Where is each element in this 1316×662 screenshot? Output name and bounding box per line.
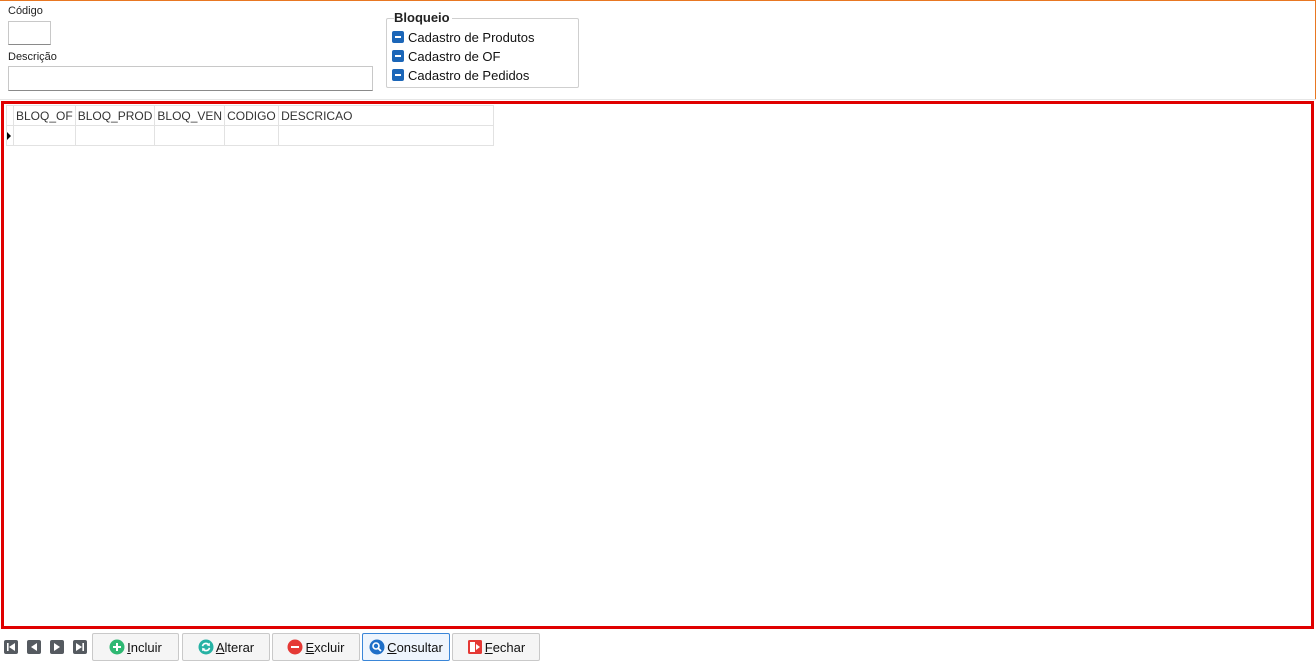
checkbox-cadastro-of[interactable]: Cadastro de OF: [392, 48, 501, 64]
alterar-hotkey: A: [215, 639, 225, 655]
first-icon: [7, 643, 15, 651]
window: Código Descrição Bloqueio Cadastro de Pr…: [0, 0, 1316, 662]
incluir-button[interactable]: Incluir: [92, 633, 179, 661]
grid-header-row: BLOQ_OF BLOQ_PROD BLOQ_VEN CODIGO DESCRI…: [6, 105, 495, 126]
alterar-label: lterar: [224, 639, 255, 655]
last-record-button[interactable]: [73, 640, 87, 654]
consultar-hotkey: C: [387, 639, 397, 655]
codigo-input[interactable]: [8, 21, 51, 45]
plus-circle-icon: [109, 639, 125, 655]
checkbox-indeterminate-icon: [392, 31, 404, 43]
next-record-button[interactable]: [50, 640, 64, 654]
row-indicator: [6, 125, 14, 146]
excluir-hotkey: E: [305, 639, 315, 655]
incluir-label: ncluir: [130, 639, 162, 655]
fechar-label: echar: [492, 639, 526, 655]
fechar-button[interactable]: Fechar: [452, 633, 540, 661]
column-header-bloq-of[interactable]: BLOQ_OF: [13, 105, 76, 126]
indicator-header: [6, 105, 14, 126]
bloqueio-title: Bloqueio: [394, 10, 452, 25]
checkbox-indeterminate-icon: [392, 69, 404, 81]
bottom-toolbar: Incluir Alterar Excluir Consultar Fechar: [0, 630, 1316, 662]
excluir-label: xcluir: [314, 639, 345, 655]
column-header-bloq-ven[interactable]: BLOQ_VEN: [154, 105, 226, 126]
data-grid[interactable]: BLOQ_OF BLOQ_PROD BLOQ_VEN CODIGO DESCRI…: [1, 101, 1314, 629]
table-cell[interactable]: [13, 125, 76, 146]
checkbox-cadastro-pedidos[interactable]: Cadastro de Pedidos: [392, 67, 529, 83]
column-header-bloq-prod[interactable]: BLOQ_PROD: [74, 105, 156, 126]
checkbox-cadastro-produtos[interactable]: Cadastro de Produtos: [392, 29, 534, 45]
table-cell[interactable]: [74, 125, 156, 146]
descricao-label: Descrição: [8, 51, 57, 63]
table-cell[interactable]: [278, 125, 495, 146]
prior-icon: [31, 643, 37, 651]
column-header-descricao[interactable]: DESCRICAO: [278, 105, 495, 126]
next-icon: [54, 643, 60, 651]
first-record-button[interactable]: [4, 640, 18, 654]
table-row[interactable]: [6, 125, 495, 146]
excluir-button[interactable]: Excluir: [272, 633, 360, 661]
refresh-icon: [198, 639, 214, 655]
alterar-button[interactable]: Alterar: [182, 633, 270, 661]
checkbox-indeterminate-icon: [392, 50, 404, 62]
descricao-input[interactable]: [8, 66, 373, 91]
codigo-label: Código: [8, 5, 43, 17]
checkbox-label: Cadastro de OF: [408, 48, 501, 64]
consultar-button[interactable]: Consultar: [362, 633, 450, 661]
table-cell[interactable]: [224, 125, 280, 146]
fechar-hotkey: F: [484, 639, 493, 655]
prior-record-button[interactable]: [27, 640, 41, 654]
separator: [0, 99, 1316, 100]
search-icon: [369, 639, 385, 655]
minus-circle-icon: [287, 639, 303, 655]
filter-form: Código Descrição: [0, 1, 1316, 99]
row-pointer-icon: [7, 132, 11, 140]
last-icon: [76, 643, 84, 651]
table-cell[interactable]: [154, 125, 226, 146]
checkbox-label: Cadastro de Produtos: [408, 29, 535, 45]
column-header-codigo[interactable]: CODIGO: [224, 105, 280, 126]
grid-table: BLOQ_OF BLOQ_PROD BLOQ_VEN CODIGO DESCRI…: [6, 105, 495, 146]
exit-icon: [467, 639, 483, 655]
consultar-label: onsultar: [396, 639, 443, 655]
checkbox-label: Cadastro de Pedidos: [408, 67, 530, 83]
